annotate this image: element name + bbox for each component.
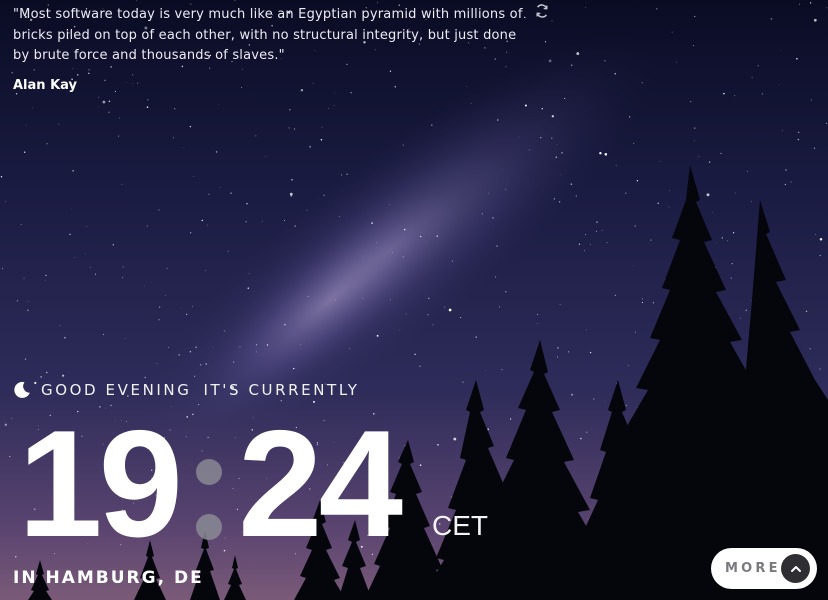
greeting: GOOD EVENING IT'S CURRENTLY xyxy=(13,380,360,400)
greeting-suffix: IT'S CURRENTLY xyxy=(203,381,360,399)
refresh-icon[interactable] xyxy=(534,3,550,19)
chevron-up-icon xyxy=(781,554,810,583)
quote-text: "Most software today is very much like a… xyxy=(13,7,523,63)
clock-hours: 19 xyxy=(18,399,183,569)
clock-minutes: 24 xyxy=(238,399,403,569)
location-label: IN HAMBURG, DE xyxy=(13,568,204,588)
more-button[interactable]: MORE xyxy=(711,548,817,589)
quote-author: Alan Kay xyxy=(13,78,77,93)
clock-colon-bottom-dot xyxy=(196,514,222,540)
background-scene: "Most software today is very much like a… xyxy=(0,0,828,600)
clock-timezone: CET xyxy=(432,510,488,541)
clock-colon-top-dot xyxy=(196,459,222,485)
greeting-salutation: GOOD EVENING xyxy=(41,381,192,399)
more-button-label: MORE xyxy=(725,561,781,576)
moon-icon xyxy=(14,381,30,398)
